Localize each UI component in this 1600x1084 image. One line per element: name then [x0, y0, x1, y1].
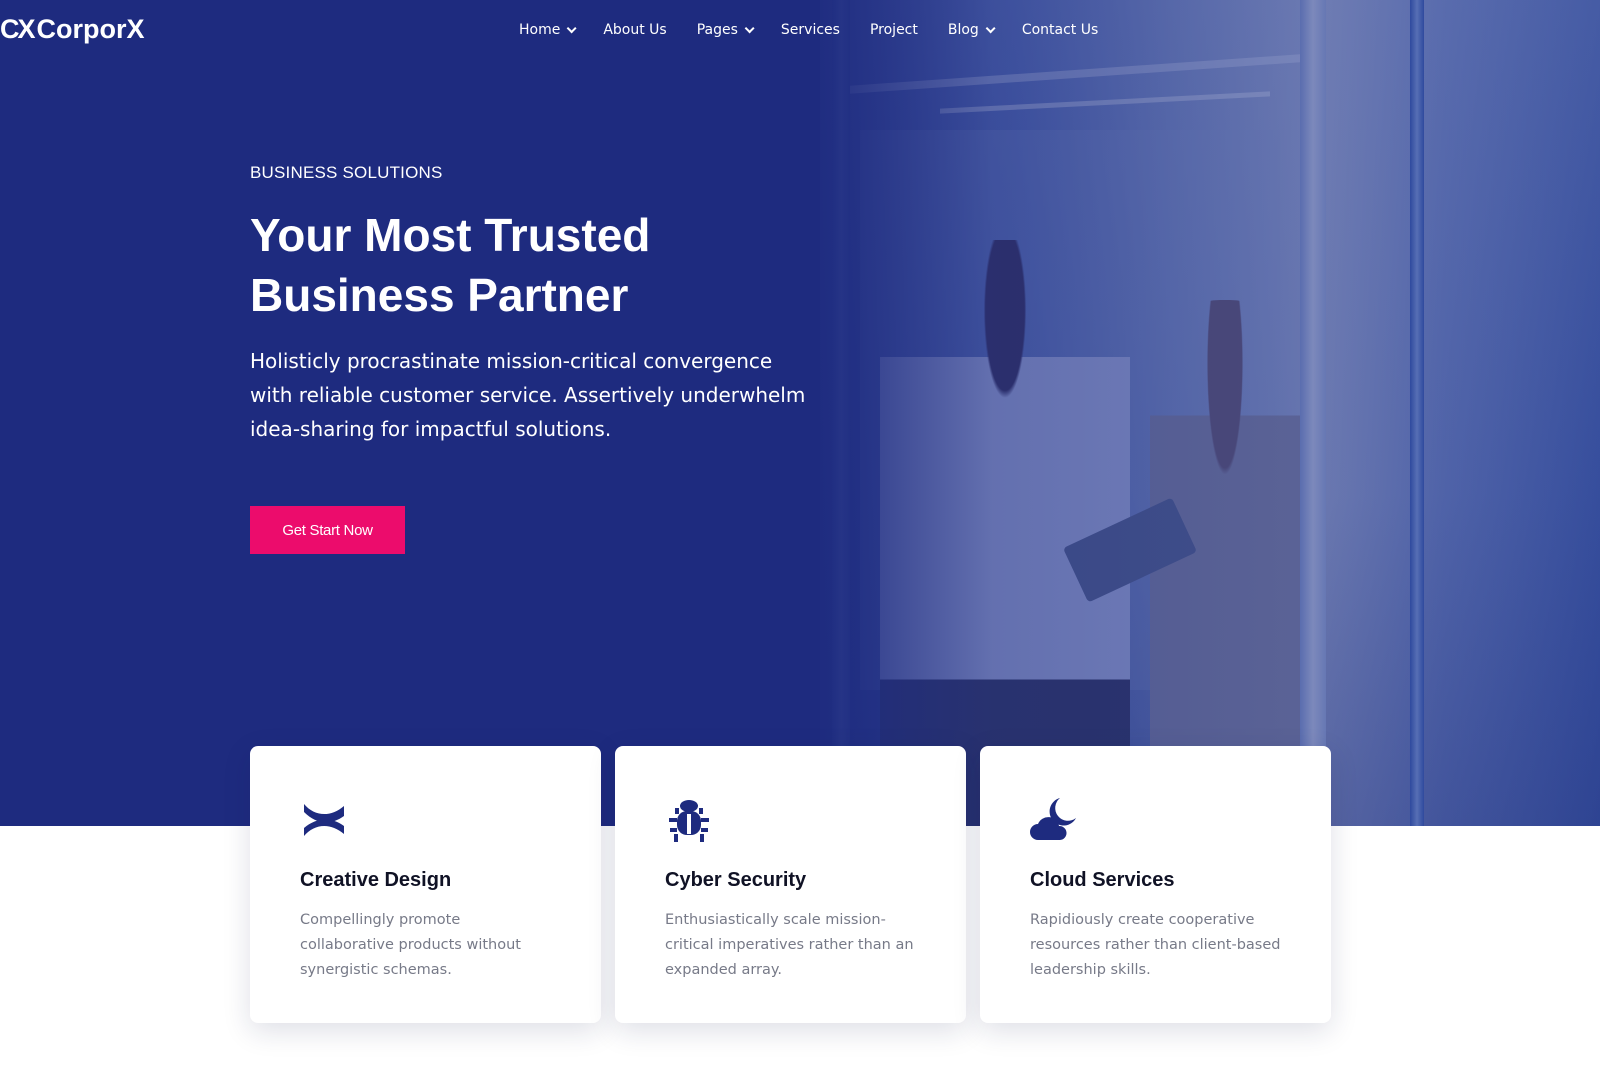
nav-item-home[interactable]: Home: [519, 22, 577, 38]
nav-item-label: About Us: [603, 22, 667, 38]
hero-headline: Your Most Trusted Business Partner: [250, 205, 850, 325]
feature-title: Cloud Services: [1030, 869, 1175, 891]
hero-description: Holisticly procrastinate mission-critica…: [250, 349, 806, 441]
main-nav: Home About Us Pages Services Project Blo…: [519, 22, 1098, 38]
logo-mark: CX: [0, 14, 35, 44]
nav-item-contact-us[interactable]: Contact Us: [1022, 22, 1098, 38]
logo-text: CorporX: [36, 14, 145, 44]
feature-text: Enthusiastically scale mission-critical …: [665, 912, 914, 978]
feature-title: Cyber Security: [665, 869, 807, 891]
feature-card-cloud-services[interactable]: Cloud Services Rapidiously create cooper…: [980, 746, 1331, 1023]
hero-headline-line-1: Your Most Trusted: [250, 209, 651, 261]
nav-item-label: Project: [869, 22, 918, 38]
nav-item-label: Pages: [696, 22, 738, 38]
nav-item-label: Contact Us: [1021, 22, 1099, 38]
logo[interactable]: CX CorporX: [0, 14, 145, 45]
nav-item-label: Home: [519, 22, 561, 38]
feature-text: Compellingly promote collaborative produ…: [300, 912, 521, 978]
hero-headline-line-2: Business Partner: [250, 269, 629, 321]
hero-section: CX CorporX Home About Us Pages Services …: [0, 0, 1600, 826]
feature-title: Creative Design: [300, 869, 452, 891]
confluence-icon: [304, 804, 344, 836]
nav-item-label: Blog: [947, 22, 979, 38]
nav-item-project[interactable]: Project: [870, 22, 918, 38]
feature-text: Rapidiously create cooperative resources…: [1030, 912, 1281, 978]
nav-item-label: Services: [780, 22, 840, 38]
get-start-now-button[interactable]: Get Start Now: [250, 506, 405, 554]
cloud-moon-icon: [1030, 798, 1076, 840]
nav-item-about-us[interactable]: About Us: [603, 22, 666, 38]
nav-item-pages[interactable]: Pages: [696, 22, 755, 38]
feature-card-creative-design[interactable]: Creative Design Compellingly promote col…: [250, 746, 601, 1023]
hero-eyebrow: BUSINESS SOLUTIONS: [250, 163, 443, 182]
chevron-down-icon: [567, 22, 577, 33]
nav-item-blog[interactable]: Blog: [947, 22, 996, 38]
feature-card-cyber-security[interactable]: Cyber Security Enthusiastically scale mi…: [615, 746, 966, 1023]
chevron-down-icon: [744, 22, 755, 33]
bug-icon: [669, 800, 709, 842]
nav-item-services[interactable]: Services: [781, 22, 840, 38]
chevron-down-icon: [985, 22, 996, 33]
